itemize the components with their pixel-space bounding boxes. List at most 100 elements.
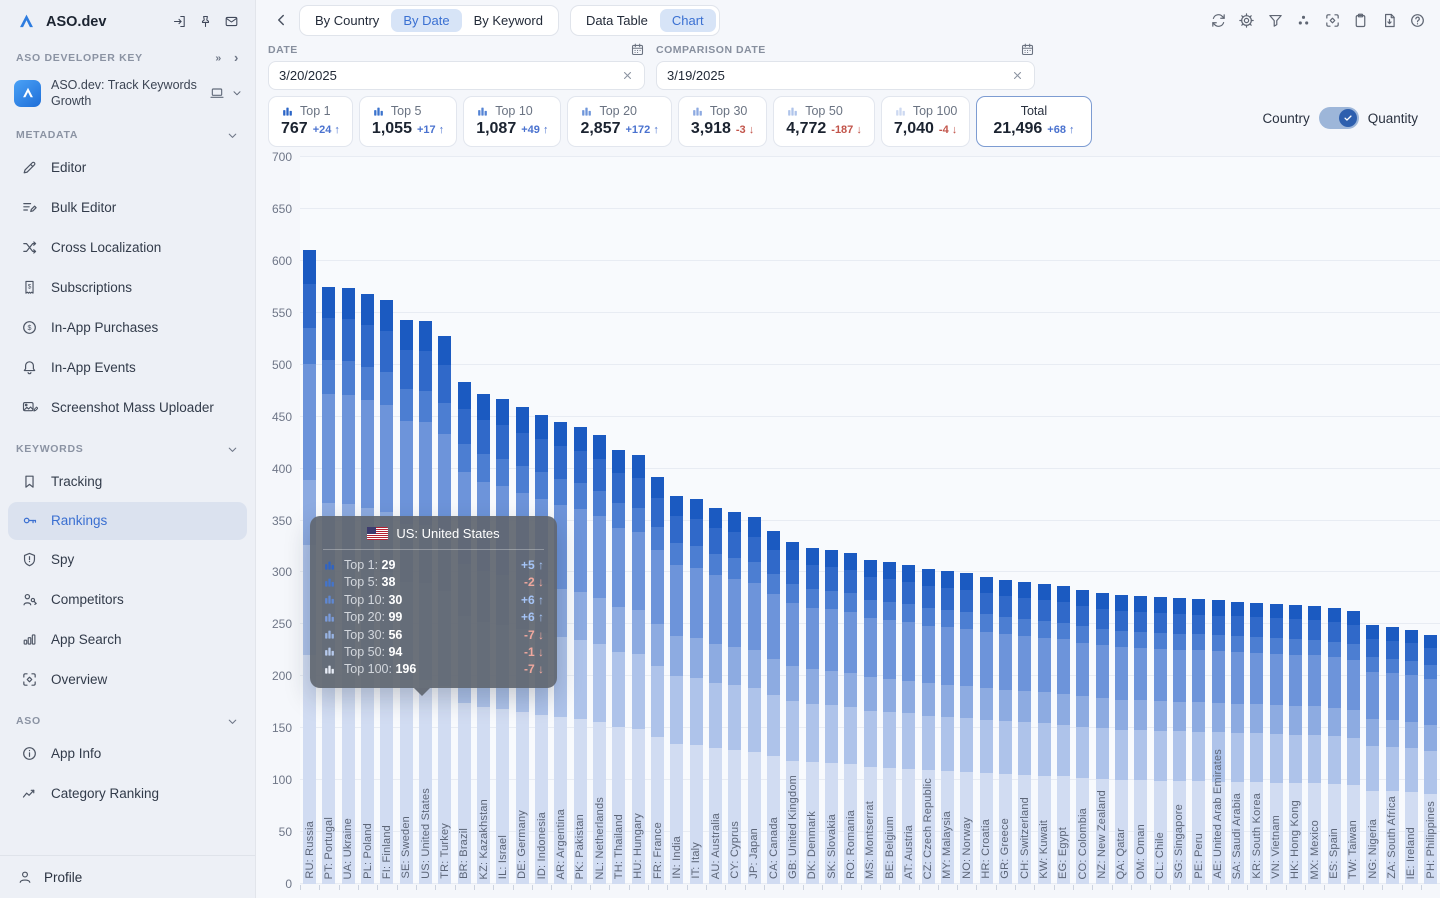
bar-my-malaysia[interactable]: MY: Malaysia <box>938 157 957 884</box>
sidebar-item-screenshot-mass-uploader[interactable]: Screenshot Mass Uploader <box>0 388 255 428</box>
sidebar-item-bulk-editor[interactable]: Bulk Editor <box>0 188 255 228</box>
calendar-icon[interactable] <box>630 42 645 57</box>
stat-card-total[interactable]: Total 21,496 +68 ↑ <box>976 96 1091 147</box>
calendar-icon[interactable] <box>1020 42 1035 57</box>
sidebar-item-in-app-events[interactable]: In-App Events <box>0 348 255 388</box>
sidebar-item-subscriptions[interactable]: Subscriptions <box>0 268 255 308</box>
share-icon[interactable] <box>1295 12 1312 29</box>
bar-ch-switzerland[interactable]: CH: Switzerland <box>1015 157 1034 884</box>
pin-icon[interactable] <box>198 14 213 29</box>
bar-kr-south-korea[interactable]: KR: South Korea <box>1247 157 1266 884</box>
sidebar-item-tracking[interactable]: Tracking <box>0 462 255 502</box>
clear-comparison-date-icon[interactable] <box>1011 69 1024 82</box>
bar-pe-peru[interactable]: PE: Peru <box>1189 157 1208 884</box>
bar-co-colombia[interactable]: CO: Colombia <box>1073 157 1092 884</box>
sidebar-item-cross-localization[interactable]: Cross Localization <box>0 228 255 268</box>
bar-jp-japan[interactable]: JP: Japan <box>745 157 764 884</box>
mail-icon[interactable] <box>224 14 239 29</box>
tab-by-date[interactable]: By Date <box>391 9 461 32</box>
bar-au-australia[interactable]: AU: Australia <box>706 157 725 884</box>
stat-card-top-100[interactable]: Top 100 7,040 -4 ↓ <box>881 96 970 147</box>
logout-icon[interactable] <box>172 14 187 29</box>
stat-card-top-1[interactable]: Top 1 767 +24 ↑ <box>268 96 353 147</box>
filter-icon[interactable] <box>1267 12 1284 29</box>
export-icon[interactable] <box>1381 12 1398 29</box>
sidebar-item-profile[interactable]: Profile <box>0 855 255 898</box>
stat-card-top-30[interactable]: Top 30 3,918 -3 ↓ <box>678 96 767 147</box>
sidebar-item-editor[interactable]: Editor <box>0 148 255 188</box>
sidebar-item-app-search[interactable]: App Search <box>0 620 255 660</box>
bar-za-south-africa[interactable]: ZA: South Africa <box>1382 157 1401 884</box>
bar-th-thailand[interactable]: TH: Thailand <box>609 157 628 884</box>
bar-be-belgium[interactable]: BE: Belgium <box>880 157 899 884</box>
bar-in-india[interactable]: IN: India <box>667 157 686 884</box>
bar-at-austria[interactable]: AT: Austria <box>899 157 918 884</box>
clear-date-icon[interactable] <box>621 69 634 82</box>
bar-cz-czech-republic[interactable]: CZ: Czech Republic <box>919 157 938 884</box>
bar-gb-united-kingdom[interactable]: GB: United Kingdom <box>783 157 802 884</box>
bar-it-italy[interactable]: IT: Italy <box>687 157 706 884</box>
bar-ph-philippines[interactable]: PH: Philippines <box>1421 157 1440 884</box>
bar-ro-romania[interactable]: RO: Romania <box>841 157 860 884</box>
sidebar-item-category-ranking[interactable]: Category Ranking <box>0 774 255 814</box>
stat-card-top-20[interactable]: Top 20 2,857 +172 ↑ <box>567 96 671 147</box>
bar-dk-denmark[interactable]: DK: Denmark <box>803 157 822 884</box>
bar-mx-mexico[interactable]: MX: Mexico <box>1305 157 1324 884</box>
sidebar-item-rankings[interactable]: Rankings <box>8 502 247 540</box>
app-selector[interactable]: ASO.dev: Track Keywords Growth <box>14 77 243 110</box>
settings-icon[interactable] <box>1238 12 1255 29</box>
bar-hk-hong-kong[interactable]: HK: Hong Kong <box>1286 157 1305 884</box>
tab-chart[interactable]: Chart <box>660 9 716 32</box>
bar-ms-montserrat[interactable]: MS: Montserrat <box>861 157 880 884</box>
bar-cl-chile[interactable]: CL: Chile <box>1150 157 1169 884</box>
stat-card-top-50[interactable]: Top 50 4,772 -187 ↓ <box>773 96 875 147</box>
sidebar-item-in-app-purchases[interactable]: In-App Purchases <box>0 308 255 348</box>
comparison-date-input[interactable]: 3/19/2025 <box>656 61 1035 90</box>
bar-qa-qatar[interactable]: QA: Qatar <box>1112 157 1131 884</box>
collapse-all-icon[interactable]: » <box>215 52 222 64</box>
stat-card-top-10[interactable]: Top 10 1,087 +49 ↑ <box>463 96 561 147</box>
bar-om-oman[interactable]: OM: Oman <box>1131 157 1150 884</box>
bar-nl-netherlands[interactable]: NL: Netherlands <box>590 157 609 884</box>
bar-kw-kuwait[interactable]: KW: Kuwait <box>1034 157 1053 884</box>
tab-by-keyword[interactable]: By Keyword <box>462 9 555 32</box>
sidebar-item-app-info[interactable]: App Info <box>0 734 255 774</box>
sidebar-item-overview[interactable]: Overview <box>0 660 255 700</box>
bar-sa-saudi-arabia[interactable]: SA: Saudi Arabia <box>1228 157 1247 884</box>
tab-data-table[interactable]: Data Table <box>574 9 660 32</box>
quantity-toggle[interactable] <box>1319 107 1359 129</box>
back-button[interactable] <box>272 11 290 29</box>
bar-eg-egypt[interactable]: EG: Egypt <box>1054 157 1073 884</box>
focus-icon[interactable] <box>1324 12 1341 29</box>
clipboard-icon[interactable] <box>1352 12 1369 29</box>
section-header-keywords[interactable]: KEYWORDS <box>0 428 255 462</box>
bar-sk-slovakia[interactable]: SK: Slovakia <box>822 157 841 884</box>
refresh-icon[interactable] <box>1210 12 1227 29</box>
bar-hr-croatia[interactable]: HR: Croatia <box>976 157 995 884</box>
section-header-aso[interactable]: ASO <box>0 700 255 734</box>
bar-cy-cyprus[interactable]: CY: Cyprus <box>725 157 744 884</box>
expand-key-icon[interactable]: › <box>234 50 239 65</box>
help-icon[interactable] <box>1409 12 1426 29</box>
bar-tw-taiwan[interactable]: TW: Taiwan <box>1344 157 1363 884</box>
date-input[interactable]: 3/20/2025 <box>268 61 645 90</box>
bar-es-spain[interactable]: ES: Spain <box>1324 157 1343 884</box>
bar-no-norway[interactable]: NO: Norway <box>957 157 976 884</box>
bar-sg-singapore[interactable]: SG: Singapore <box>1170 157 1189 884</box>
bar-gr-greece[interactable]: GR: Greece <box>996 157 1015 884</box>
bar-nz-new-zealand[interactable]: NZ: New Zealand <box>1092 157 1111 884</box>
bar-ae-united-arab-emirates[interactable]: AE: United Arab Emirates <box>1208 157 1227 884</box>
bar-ng-nigeria[interactable]: NG: Nigeria <box>1363 157 1382 884</box>
sidebar-item-spy[interactable]: Spy <box>0 540 255 580</box>
stat-card-top-5[interactable]: Top 5 1,055 +17 ↑ <box>359 96 457 147</box>
bar-fr-france[interactable]: FR: France <box>648 157 667 884</box>
bar-ie-ireland[interactable]: IE: Ireland <box>1402 157 1421 884</box>
chevron-down-icon[interactable] <box>231 87 243 99</box>
bar-hu-hungary[interactable]: HU: Hungary <box>629 157 648 884</box>
bar-vn-vietnam[interactable]: VN: Vietnam <box>1266 157 1285 884</box>
tab-by-country[interactable]: By Country <box>303 9 391 32</box>
bar-ca-canada[interactable]: CA: Canada <box>764 157 783 884</box>
section-header-metadata[interactable]: METADATA <box>0 114 255 148</box>
bar-pk-pakistan[interactable]: PK: Pakistan <box>571 157 590 884</box>
sidebar-item-competitors[interactable]: Competitors <box>0 580 255 620</box>
